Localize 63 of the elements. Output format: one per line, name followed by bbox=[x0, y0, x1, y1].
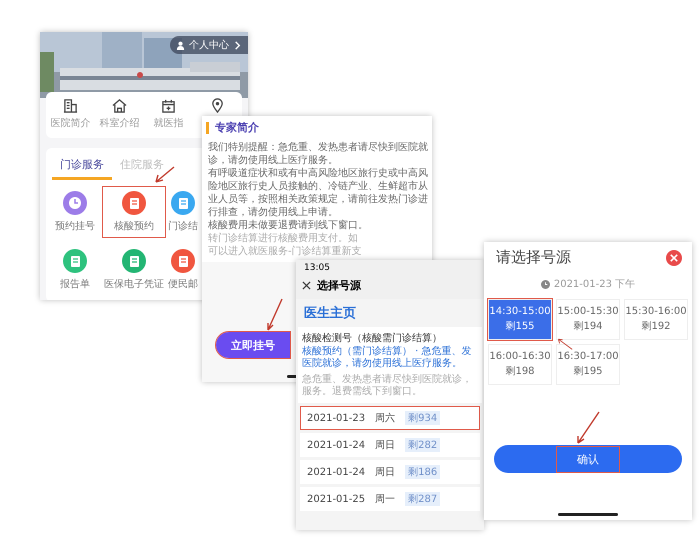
notice-line: 有呼吸道症状和或有中高风险地区旅行史或中高风 bbox=[208, 167, 426, 180]
card-title: 核酸检测号（核酸需门诊结算） bbox=[302, 332, 443, 346]
time-slot[interactable]: 14:30-15:00 剩155 bbox=[488, 299, 552, 340]
weekday-text: 周日 bbox=[375, 439, 396, 452]
date-text: 2021-01-24 bbox=[307, 440, 366, 450]
remaining-badge: 剩934 bbox=[405, 411, 440, 425]
weekday-text: 周日 bbox=[375, 466, 396, 479]
notice-line: 险地区旅行史人员接触的、冷链产业、生鲜超市从 bbox=[208, 180, 426, 193]
date-row[interactable]: 2021-01-23 周六 剩934 bbox=[300, 406, 480, 430]
pointer-arrow bbox=[556, 338, 574, 350]
service-tab[interactable]: 门诊服务 bbox=[52, 154, 112, 180]
date-row[interactable]: 2021-01-24 周日 剩186 bbox=[300, 460, 480, 484]
notice-line: 行排查，请勿使用线上申请。 bbox=[208, 206, 339, 219]
quick-link[interactable]: 医院简介 bbox=[50, 116, 90, 130]
service-item[interactable]: 报告单 bbox=[48, 244, 102, 296]
time-slot[interactable]: 16:30-17:00 剩195 bbox=[556, 344, 620, 385]
page-title: 选择号源 bbox=[317, 278, 361, 293]
register-button[interactable]: 立即挂号 bbox=[216, 332, 290, 358]
service-item[interactable]: 门诊结 bbox=[166, 186, 200, 238]
clock-icon bbox=[540, 280, 550, 288]
service-item[interactable]: 医保电子凭证 bbox=[102, 244, 166, 296]
close-icon[interactable] bbox=[302, 281, 311, 290]
remaining-badge: 剩287 bbox=[405, 492, 440, 506]
dialog-title: 请选择号源 bbox=[496, 248, 571, 267]
session-text: 2021-01-23 下午 bbox=[554, 278, 636, 291]
quick-link[interactable]: 就医指 bbox=[154, 116, 184, 130]
person-icon bbox=[176, 40, 185, 50]
calendar-icon bbox=[161, 98, 176, 113]
building-icon bbox=[63, 98, 78, 113]
time-slot[interactable]: 15:30-16:00 剩192 bbox=[624, 299, 688, 340]
notice-line: 我们特别提醒：急危重、发热患者请尽快到医院就 bbox=[208, 141, 426, 154]
section-title: 专家简介 bbox=[215, 120, 259, 135]
doctor-link[interactable]: 医生主页 bbox=[296, 299, 484, 327]
profile-link[interactable]: 个人中心 bbox=[170, 36, 248, 54]
date-text: 2021-01-25 bbox=[307, 494, 366, 504]
date-row[interactable]: 2021-01-25 周一 剩287 bbox=[300, 487, 480, 511]
chevron-icon bbox=[233, 40, 242, 50]
notice-line: 核酸费用未做要退费请到线下窗口。 bbox=[208, 219, 369, 232]
house-icon bbox=[112, 98, 127, 113]
service-item[interactable]: 预约挂号 bbox=[48, 186, 102, 238]
service-item[interactable]: 便民邮 bbox=[166, 244, 200, 296]
service-item[interactable]: 核酸预约 bbox=[102, 186, 166, 238]
status-time: 13:05 bbox=[304, 263, 330, 273]
notice-line: 诊，请勿使用线上医疗服务。 bbox=[208, 154, 339, 167]
date-text: 2021-01-24 bbox=[307, 466, 366, 478]
notice-line: 医院就诊，请勿使用线上医疗服务。 bbox=[302, 358, 463, 370]
time-slot[interactable]: 15:00-15:30 剩194 bbox=[556, 299, 620, 340]
weekday-text: 周一 bbox=[375, 493, 396, 506]
date-text: 2021-01-23 bbox=[307, 412, 366, 424]
time-slot[interactable]: 16:00-16:30 剩198 bbox=[488, 344, 552, 385]
notice-line: 核酸预约（需门诊结算） · 急危重、发 bbox=[302, 346, 473, 358]
quick-link[interactable]: 科室介绍 bbox=[100, 116, 140, 130]
notice-line: 可以进入就医服务-门诊结算重新支 bbox=[208, 245, 363, 258]
date-row[interactable]: 2021-01-24 周日 剩282 bbox=[300, 433, 480, 457]
remaining-badge: 剩282 bbox=[405, 438, 440, 452]
note-line: 服务。退费需线下到窗口。 bbox=[302, 386, 423, 398]
notice-line: 业人员等，按照相关政策规定，请前往发热门诊进 bbox=[208, 193, 426, 206]
note-line: 急危重、发热患者请尽快到医院就诊， bbox=[302, 374, 473, 386]
location-pin-icon bbox=[210, 98, 225, 113]
weekday-text: 周六 bbox=[375, 412, 396, 425]
confirm-button[interactable]: 确认 bbox=[494, 445, 682, 473]
notice-line: 转门诊结算进行核酸费用支付。如 bbox=[208, 232, 359, 245]
remaining-badge: 剩186 bbox=[405, 465, 440, 479]
